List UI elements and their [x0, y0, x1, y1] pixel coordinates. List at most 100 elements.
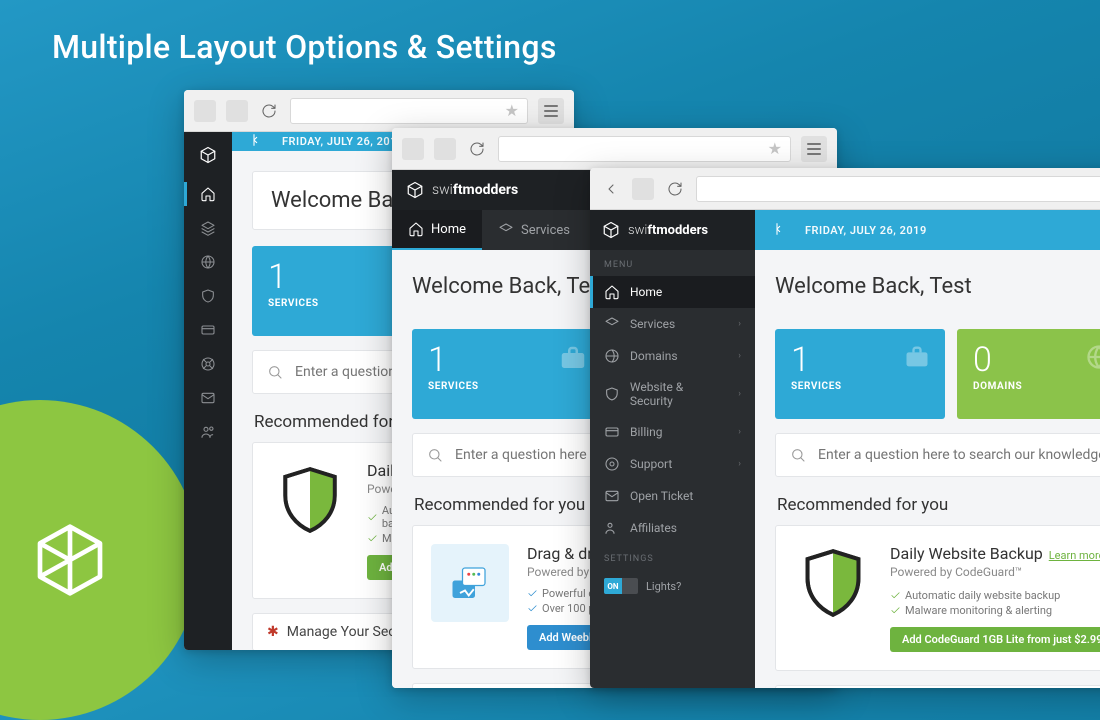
- browser-window-sidebar: ★ swiftmodders MENU Home Services› Domai…: [590, 168, 1100, 688]
- kb-search-input[interactable]: [816, 446, 1100, 464]
- reload-button[interactable]: [466, 138, 488, 160]
- bookmark-star-icon[interactable]: ★: [768, 139, 782, 158]
- forward-button[interactable]: [632, 178, 654, 200]
- menu-services[interactable]: Services›: [590, 308, 755, 340]
- browser-menu-button[interactable]: [801, 136, 827, 162]
- sidebar-toggle-icon[interactable]: [248, 132, 264, 151]
- menu-affiliates[interactable]: Affiliates: [590, 512, 755, 544]
- forward-button[interactable]: [226, 100, 248, 122]
- brand-cube-icon: [602, 221, 620, 239]
- check-icon: [367, 533, 378, 544]
- home-icon: [200, 186, 216, 202]
- feature-row: Malware monitoring & alerting: [890, 604, 1060, 617]
- codeguard-logo: [271, 461, 349, 539]
- globe-icon: [1085, 343, 1100, 375]
- address-bar[interactable]: ★: [498, 136, 791, 162]
- welcome-heading: Welcome Back, Test: [775, 270, 1100, 313]
- brand-blob: [0, 400, 200, 720]
- forward-button[interactable]: [434, 138, 456, 160]
- add-codeguard-button[interactable]: Add CodeGuard 1GB Lite from just $2.99 U…: [890, 627, 1100, 652]
- chevron-right-icon: ›: [738, 389, 741, 399]
- sidebar-menu: MENU Home Services› Domains› Website & S…: [590, 250, 755, 688]
- reload-button[interactable]: [258, 100, 280, 122]
- check-icon: [527, 603, 538, 614]
- reload-icon: [469, 141, 485, 157]
- search-icon: [267, 364, 283, 380]
- reload-icon: [667, 181, 683, 197]
- rail-item-services[interactable]: [184, 220, 232, 236]
- browser-menu-button[interactable]: [538, 98, 564, 124]
- learn-more-link[interactable]: Learn more...: [1049, 549, 1100, 562]
- globe-icon: [200, 254, 216, 270]
- reload-icon: [261, 103, 277, 119]
- rail-item-support[interactable]: [184, 356, 232, 372]
- search-icon: [427, 447, 443, 463]
- layers-icon: [200, 220, 216, 236]
- hero-title: Multiple Layout Options & Settings: [52, 28, 557, 66]
- check-icon: [527, 588, 538, 599]
- mail-icon: [200, 390, 216, 406]
- rail-item-domains[interactable]: [184, 254, 232, 270]
- stat-services[interactable]: 1 SERVICES: [252, 246, 407, 336]
- card-codeguard: Daily Website BackupLearn more... Powere…: [775, 525, 1100, 671]
- stat-value: 1: [268, 260, 391, 294]
- panel-security[interactable]: ✱ Manage Your Security: [775, 685, 1100, 688]
- layers-icon: [604, 316, 620, 332]
- kb-search[interactable]: [775, 433, 1100, 477]
- browser-chrome: ★: [392, 128, 837, 170]
- search-icon: [790, 447, 806, 463]
- menu-website-security[interactable]: Website & Security›: [590, 372, 755, 416]
- bug-icon: ✱: [267, 624, 279, 640]
- brand-cube-icon: [199, 146, 217, 168]
- rail-item-affiliates[interactable]: [184, 424, 232, 440]
- stat-value: 0: [973, 343, 1100, 377]
- arrow-left-icon: [603, 181, 619, 197]
- home-icon: [408, 221, 424, 237]
- chevron-right-icon: ›: [738, 351, 741, 361]
- menu-home[interactable]: Home: [590, 276, 755, 308]
- chevron-right-icon: ›: [738, 459, 741, 469]
- reload-button[interactable]: [664, 178, 686, 200]
- shield-icon: [604, 386, 620, 402]
- lifebuoy-icon: [200, 356, 216, 372]
- sidebar-toggle-icon[interactable]: [771, 221, 787, 240]
- nav-services[interactable]: Services: [482, 210, 586, 250]
- stat-services[interactable]: 1 SERVICES: [412, 329, 602, 419]
- menu-open-ticket[interactable]: Open Ticket: [590, 480, 755, 512]
- home-icon: [604, 284, 620, 300]
- menu-billing[interactable]: Billing›: [590, 416, 755, 448]
- menu-domains[interactable]: Domains›: [590, 340, 755, 372]
- check-icon: [367, 512, 378, 523]
- rail-item-security[interactable]: [184, 288, 232, 304]
- brand-bar: swiftmodders: [590, 210, 755, 250]
- menu-support[interactable]: Support›: [590, 448, 755, 480]
- check-icon: [890, 590, 901, 601]
- address-bar[interactable]: ★: [290, 98, 528, 124]
- stat-label: SERVICES: [428, 381, 586, 392]
- chevron-right-icon: ›: [738, 427, 741, 437]
- stat-services[interactable]: 1 SERVICES: [775, 329, 945, 419]
- back-button[interactable]: [402, 138, 424, 160]
- card-title: Daily Website BackupLearn more...: [890, 544, 1100, 563]
- date-label: FRIDAY, JULY 26, 2019: [805, 224, 927, 237]
- stat-label: SERVICES: [791, 381, 929, 392]
- nav-home[interactable]: Home: [392, 210, 482, 250]
- settings-section-label: SETTINGS: [590, 544, 755, 570]
- rail-item-openticket[interactable]: [184, 390, 232, 406]
- back-button[interactable]: [194, 100, 216, 122]
- lights-toggle[interactable]: ON Lights?: [590, 570, 695, 602]
- menu-section-label: MENU: [590, 250, 755, 276]
- rail-item-home[interactable]: [184, 186, 232, 202]
- chevron-right-icon: ›: [738, 319, 741, 329]
- browser-chrome: ★: [590, 168, 1100, 210]
- card-icon: [604, 424, 620, 440]
- back-button[interactable]: [600, 178, 622, 200]
- date-label: FRIDAY, JULY 26, 2019: [282, 135, 404, 148]
- section-recommended: Recommended for you: [777, 495, 1100, 515]
- rail-item-billing[interactable]: [184, 322, 232, 338]
- address-bar[interactable]: ★: [696, 176, 1100, 202]
- stat-domains[interactable]: 0 DOMAINS: [957, 329, 1100, 419]
- bookmark-star-icon[interactable]: ★: [505, 101, 519, 120]
- briefcase-icon: [558, 343, 588, 377]
- stat-label: DOMAINS: [973, 381, 1100, 392]
